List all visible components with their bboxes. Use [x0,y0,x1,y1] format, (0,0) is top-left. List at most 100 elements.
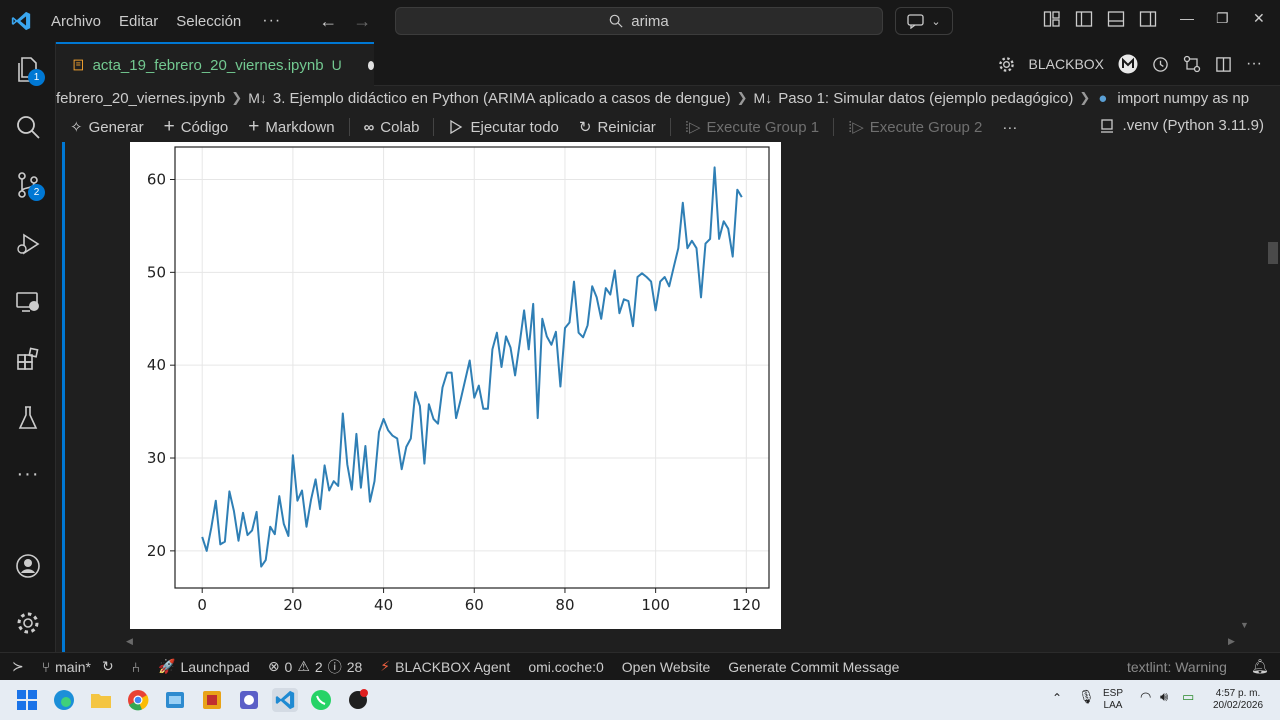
minimize-button[interactable]: — [1180,10,1194,26]
menu-more-button[interactable]: ··· [250,12,293,30]
colab-icon: ∞ [363,118,375,136]
taskbar-edge[interactable] [51,688,77,712]
activity-bar: 1 2 ··· [0,42,56,652]
divider [433,118,435,136]
volume-icon[interactable]: 🔊︎ [1160,690,1168,703]
code-label: Código [180,118,229,136]
execute-group2-button[interactable]: ⁞▷ Execute Group 2 [838,118,992,137]
run-debug-button[interactable] [0,222,56,266]
omi-status[interactable]: omi.coche:0 [519,659,612,675]
divider [669,118,671,136]
run-all-label: Ejecutar todo [470,118,559,136]
menu-seleccion[interactable]: Selección [167,13,250,30]
taskbar-app-5[interactable] [199,688,225,712]
graph-button[interactable]: ⑃ [123,659,149,675]
windows-taskbar: ⌃ 🎙︎ ESP LAA ◠ 🔊︎ ▭ 4:57 p. m. 20/02/202… [0,680,1280,720]
menu-archivo[interactable]: Archivo [42,13,110,30]
taskbar-whatsapp[interactable] [308,688,334,712]
breadcrumb-subsection[interactable]: Paso 1: Simular datos (ejemplo pedagógic… [778,90,1073,107]
toggle-sidebar-icon[interactable] [1075,10,1093,28]
remote-indicator[interactable]: ≻ [0,658,33,675]
customize-layout-icon[interactable] [1043,10,1061,28]
explorer-button[interactable]: 1 [0,48,56,92]
gear-icon[interactable] [998,56,1015,73]
restore-button[interactable]: ❐ [1216,10,1229,27]
compare-changes-icon[interactable] [1183,55,1201,73]
sparkle-icon: ✧ [70,119,83,136]
editor-more-button[interactable]: ··· [1246,55,1262,73]
timeline-icon[interactable] [1152,56,1169,73]
testing-button[interactable] [0,396,56,440]
toggle-panel-icon[interactable] [1107,10,1125,28]
split-editor-icon[interactable] [1215,56,1232,73]
forward-arrow-icon[interactable]: → [345,11,379,32]
generate-label: Generar [88,118,144,136]
execute-group1-button[interactable]: ⁞▷ Execute Group 1 [675,118,829,137]
notebook-file-icon [73,59,83,71]
copilot-button[interactable]: ⌄ [895,7,953,35]
scroll-right-arrow-icon[interactable]: ▶ [1228,636,1235,647]
remote-explorer-button[interactable] [0,280,56,324]
taskbar-chrome[interactable] [125,688,151,712]
menu-editar[interactable]: Editar [110,13,167,30]
clock-time: 4:57 p. m. [1215,688,1261,699]
tab-notebook[interactable]: acta_19_febrero_20_viernes.ipynb U [56,42,374,86]
back-arrow-icon[interactable]: ← [311,11,345,32]
wifi-icon[interactable]: ◠ [1140,690,1151,703]
gear-icon [17,612,39,634]
command-center-search[interactable]: arima [395,7,883,35]
source-control-button[interactable]: 2 [0,163,56,207]
taskbar-vscode[interactable] [272,688,298,712]
accounts-button[interactable] [0,544,56,588]
generate-commit-button[interactable]: Generate Commit Message [719,659,908,675]
start-button[interactable] [14,688,40,712]
launchpad-icon: 🚀 [158,658,176,674]
scroll-down-arrow-icon[interactable]: ▼ [1240,620,1249,630]
colab-button[interactable]: ∞ Colab [354,119,430,136]
problems-indicator[interactable]: ⊗ 0 ⚠ 2 ⓘ 28 [259,657,371,677]
launchpad-button[interactable]: 🚀 Launchpad [149,658,259,675]
taskbar-app-6[interactable] [236,688,262,712]
textlint-status[interactable]: textlint: Warning [1118,659,1236,675]
more-views-button[interactable]: ··· [0,452,56,496]
toolbar-more-button[interactable]: ··· [992,119,1027,136]
kernel-label: .venv (Python 3.11.9) [1122,117,1264,134]
notifications-button[interactable]: 🔔︎ [1242,658,1278,675]
tray-overflow-icon[interactable]: ⌃ [1052,692,1062,704]
taskbar-app-9[interactable] [345,688,371,712]
toggle-secondary-sidebar-icon[interactable] [1139,10,1157,28]
extensions-button[interactable] [0,338,56,382]
remote-explorer-icon [16,292,39,312]
generate-button[interactable]: ✧ Generar [56,118,154,137]
add-code-button[interactable]: + Código [154,116,239,138]
taskbar-app-4[interactable] [162,688,188,712]
close-window-button[interactable]: ✕ [1253,10,1265,27]
manage-button[interactable] [0,601,56,645]
breadcrumb-code[interactable]: import numpy as np [1117,90,1249,107]
restart-icon: ↻ [578,119,592,136]
title-bar: Archivo Editar Selección ··· ← → arima ⌄… [0,0,1280,42]
m-logo-icon[interactable] [1118,54,1138,74]
restart-label: Reiniciar [597,118,656,136]
run-all-button[interactable]: Ejecutar todo [438,119,568,136]
scroll-left-arrow-icon[interactable]: ◀ [126,636,133,647]
breadcrumb-section[interactable]: 3. Ejemplo didáctico en Python (ARIMA ap… [273,90,731,107]
battery-icon[interactable]: ▭ [1182,690,1194,703]
branch-indicator[interactable]: ⑂ main* ↻ [33,658,123,675]
open-website-button[interactable]: Open Website [613,659,719,675]
app-icon [349,689,368,709]
add-markdown-button[interactable]: + Markdown [238,116,344,138]
microphone-icon[interactable]: 🎙︎ [1078,690,1095,703]
taskbar-explorer[interactable] [88,688,114,712]
language-layout: LAA [1103,700,1123,711]
blackbox-agent-button[interactable]: ⚡ BLACKBOX Agent [371,658,519,675]
blackbox-label[interactable]: BLACKBOX [1029,56,1104,72]
clock[interactable]: 4:57 p. m. 20/02/2026 [1206,688,1270,712]
restart-button[interactable]: ↻ Reiniciar [569,118,666,137]
input-language[interactable]: ESP LAA [1103,688,1123,712]
kernel-picker[interactable]: .venv (Python 3.11.9) [1099,117,1264,134]
search-view-button[interactable] [0,105,56,149]
scrollbar-thumb[interactable] [1268,242,1278,264]
unsaved-dot-icon[interactable] [367,60,374,70]
breadcrumb-file[interactable]: febrero_20_viernes.ipynb [56,90,225,107]
